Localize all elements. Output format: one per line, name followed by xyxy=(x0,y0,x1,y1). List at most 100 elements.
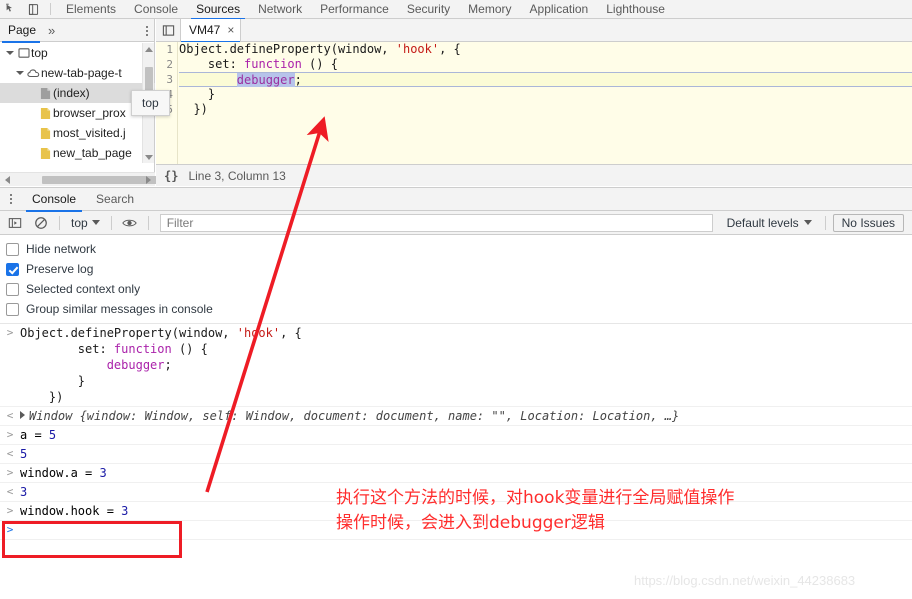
tree-item-new-tab-page-js[interactable]: new_tab_page xyxy=(0,143,155,163)
navigator-tab-page[interactable]: Page xyxy=(0,19,42,43)
input-chevron-icon: > xyxy=(6,466,14,479)
inspect-element-icon[interactable] xyxy=(0,0,22,19)
code-lines[interactable]: Object.defineProperty(window, 'hook', { … xyxy=(179,42,912,117)
sources-panel: Page » top new-tab-page-t (index) browse… xyxy=(0,18,912,187)
code-line-1[interactable]: Object.defineProperty(window, 'hook', { xyxy=(179,42,912,57)
setting-label: Group similar messages in console xyxy=(26,302,213,316)
input-chevron-icon: > xyxy=(6,326,14,339)
toolbar-divider xyxy=(50,3,51,15)
console-toolbar: top Filter Default levels No Issues xyxy=(0,211,912,235)
checkbox[interactable] xyxy=(6,302,19,316)
chevron-down-icon[interactable] xyxy=(4,51,16,55)
tab-security[interactable]: Security xyxy=(398,0,459,19)
editor-pane: VM47 × 1 2 3 4 5 Object.defineProperty(w… xyxy=(156,18,912,186)
editor-tab-label: VM47 xyxy=(189,23,221,37)
toolbar-divider xyxy=(824,215,826,230)
filter-placeholder: Filter xyxy=(166,215,194,230)
tab-performance[interactable]: Performance xyxy=(311,0,398,19)
tree-item-label: new-tab-page-t xyxy=(41,66,122,80)
toolbar-divider xyxy=(59,215,60,230)
device-toolbar-icon[interactable] xyxy=(22,0,44,19)
clear-console-icon[interactable] xyxy=(30,212,52,234)
tree-item-label: browser_prox xyxy=(53,106,126,120)
scroll-left-icon[interactable] xyxy=(0,173,14,187)
tab-application[interactable]: Application xyxy=(521,0,598,19)
tree-item-top[interactable]: top xyxy=(0,43,155,63)
frame-icon xyxy=(16,48,31,58)
console-message-text[interactable]: Window {window: Window, self: Window, do… xyxy=(20,408,679,424)
execution-context-label: top xyxy=(71,215,88,230)
toolbar-divider xyxy=(147,215,149,230)
console-input-message[interactable]: > window.a = 3 xyxy=(0,464,912,483)
log-level-selector[interactable]: Default levels xyxy=(721,216,818,230)
console-sidebar-icon[interactable] xyxy=(4,212,26,234)
execution-context-selector[interactable]: top xyxy=(67,216,104,230)
folder-icon xyxy=(38,147,53,160)
tab-console[interactable]: Console xyxy=(125,0,187,19)
tab-network[interactable]: Network xyxy=(249,0,311,19)
editor-tab-vm47[interactable]: VM47 × xyxy=(180,18,242,43)
close-icon[interactable]: × xyxy=(227,24,234,36)
drawer-tabbar: Console Search xyxy=(0,188,912,212)
tab-memory[interactable]: Memory xyxy=(459,0,520,19)
annotation-note: 执行这个方法的时候，对hook变量进行全局赋值操作 操作时候，会进入到debug… xyxy=(336,486,734,536)
code-editor[interactable]: 1 2 3 4 5 Object.defineProperty(window, … xyxy=(156,42,912,164)
console-input-message[interactable]: > a = 5 xyxy=(0,426,912,445)
input-chevron-icon: > xyxy=(6,428,14,441)
highlight-box-window-hook xyxy=(2,521,182,558)
checkbox[interactable] xyxy=(6,242,19,256)
drawer-tab-search[interactable]: Search xyxy=(86,188,144,211)
line-number[interactable]: 2 xyxy=(156,57,177,72)
tree-item-most-visited[interactable]: most_visited.j xyxy=(0,123,155,143)
document-icon xyxy=(38,87,53,100)
checkbox[interactable] xyxy=(6,262,19,276)
tab-sources[interactable]: Sources xyxy=(187,0,249,20)
editor-tabbar: VM47 × xyxy=(156,18,912,43)
drawer-menu-icon[interactable] xyxy=(0,188,22,211)
input-chevron-icon: > xyxy=(6,504,14,517)
scrollbar-thumb[interactable] xyxy=(42,176,157,184)
drawer-tab-console[interactable]: Console xyxy=(22,188,86,212)
setting-hide-network[interactable]: Hide network xyxy=(6,239,912,259)
navigator-more-tabs-icon[interactable]: » xyxy=(42,19,61,42)
cloud-icon xyxy=(26,68,41,78)
pretty-print-icon[interactable]: {} xyxy=(164,169,178,183)
setting-preserve-log[interactable]: Preserve log xyxy=(6,259,912,279)
navigator-menu-icon[interactable] xyxy=(146,19,148,42)
code-line-5[interactable]: }) xyxy=(179,102,912,117)
chevron-down-icon xyxy=(803,220,812,225)
line-number[interactable]: 1 xyxy=(156,42,177,57)
tree-horizontal-scrollbar[interactable] xyxy=(0,172,157,187)
tab-lighthouse[interactable]: Lighthouse xyxy=(597,0,674,19)
cursor-position-label: Line 3, Column 13 xyxy=(188,168,286,183)
tab-elements[interactable]: Elements xyxy=(57,0,125,19)
scroll-up-icon[interactable] xyxy=(143,43,155,55)
devtools-window: Elements Console Sources Network Perform… xyxy=(0,0,912,599)
scroll-right-icon[interactable] xyxy=(141,173,155,187)
console-input-message[interactable]: > Object.defineProperty(window, 'hook', … xyxy=(0,324,912,407)
setting-group-similar[interactable]: Group similar messages in console xyxy=(6,299,912,319)
chevron-down-icon[interactable] xyxy=(14,71,26,75)
checkbox[interactable] xyxy=(6,282,19,296)
code-line-2[interactable]: set: function () { xyxy=(179,57,912,72)
tree-item-label: (index) xyxy=(53,86,90,100)
issues-button[interactable]: No Issues xyxy=(832,213,904,232)
console-message-text: 3 xyxy=(20,485,28,499)
console-filter-input[interactable]: Filter xyxy=(159,213,713,232)
tree-item-new-tab-page[interactable]: new-tab-page-t xyxy=(0,63,155,83)
output-chevron-icon: < xyxy=(6,447,14,460)
log-level-label: Default levels xyxy=(726,215,799,230)
scroll-down-icon[interactable] xyxy=(143,151,155,163)
code-line-3[interactable]: debugger; xyxy=(179,72,912,87)
setting-label: Preserve log xyxy=(26,262,94,276)
setting-selected-context-only[interactable]: Selected context only xyxy=(6,279,912,299)
annotation-line-2: 操作时候，会进入到debugger逻辑 xyxy=(336,513,605,533)
live-expression-icon[interactable] xyxy=(119,212,141,234)
console-message-text: window.a = 3 xyxy=(20,466,107,480)
console-output-message[interactable]: < 5 xyxy=(0,445,912,464)
show-navigator-icon[interactable] xyxy=(156,19,180,42)
console-output-message[interactable]: < Window {window: Window, self: Window, … xyxy=(0,407,912,426)
line-number[interactable]: 3 xyxy=(156,72,177,87)
code-line-4[interactable]: } xyxy=(179,87,912,102)
setting-label: Selected context only xyxy=(26,282,141,296)
